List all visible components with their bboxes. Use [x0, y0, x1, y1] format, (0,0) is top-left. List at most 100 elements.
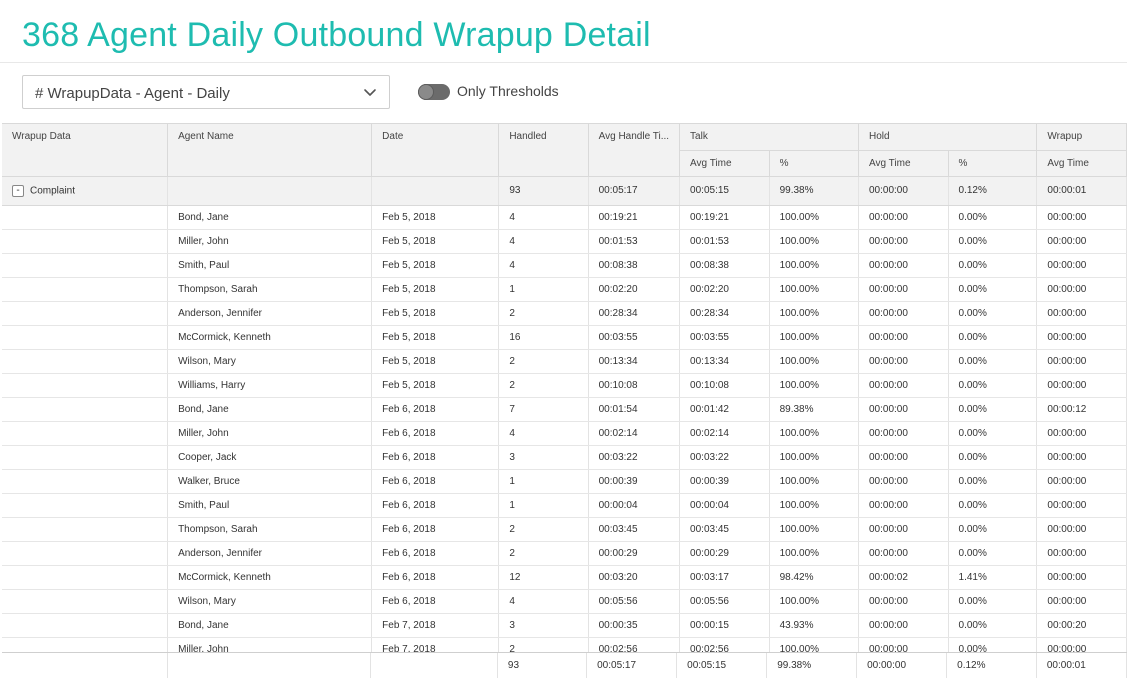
avg-handle-time-cell: 00:05:56	[588, 589, 681, 614]
agent-name-cell: Anderson, Jennifer	[167, 541, 373, 566]
table-row[interactable]: Bond, Jane Feb 5, 2018 4 00:19:21 00:19:21 10…	[2, 205, 1127, 230]
talk-pct-cell: 100.00%	[769, 469, 860, 494]
avg-handle-time-cell: 00:10:08	[588, 373, 681, 398]
column-header-hold-avg-time[interactable]: Avg Time	[858, 150, 949, 177]
table-row[interactable]: Bond, Jane Feb 6, 2018 7 00:01:54 00:01:42 89…	[2, 397, 1127, 422]
hold-pct-cell: 0.00%	[948, 469, 1038, 494]
column-header-hold-pct[interactable]: %	[948, 150, 1038, 177]
agent-name-cell: Wilson, Mary	[167, 349, 373, 374]
talk-pct-cell: 100.00%	[769, 541, 860, 566]
group-handled: 93	[498, 176, 589, 206]
hold-avg-time-cell: 00:00:00	[858, 397, 949, 422]
date-cell: Feb 6, 2018	[371, 421, 500, 446]
totals-avg-handle-time: 00:05:17	[586, 653, 678, 678]
column-header-wrapup-data[interactable]: Wrapup Data	[2, 124, 169, 177]
column-header-talk-avg-time[interactable]: Avg Time	[679, 150, 770, 177]
date-cell: Feb 6, 2018	[371, 565, 500, 590]
table-row[interactable]: Bond, Jane Feb 7, 2018 3 00:00:35 00:00:15 43…	[2, 613, 1127, 638]
date-cell: Feb 6, 2018	[371, 469, 500, 494]
table-row[interactable]: McCormick, Kenneth Feb 6, 2018 12 00:03:20 0…	[2, 565, 1127, 590]
table-row[interactable]: McCormick, Kenneth Feb 5, 2018 16 00:03:55 0…	[2, 325, 1127, 350]
agent-name-cell: Williams, Harry	[167, 373, 373, 398]
hold-pct-cell: 0.00%	[948, 277, 1038, 302]
wrapup-avg-time-cell: 00:00:00	[1036, 445, 1127, 470]
agent-name-cell: McCormick, Kenneth	[167, 325, 373, 350]
avg-handle-time-cell: 00:03:45	[588, 517, 681, 542]
column-header-handled[interactable]: Handled	[498, 124, 589, 177]
table-row[interactable]: Miller, John Feb 6, 2018 4 00:02:14 00:02:14…	[2, 421, 1127, 446]
table-row[interactable]: Cooper, Jack Feb 6, 2018 3 00:03:22 00:03:22…	[2, 445, 1127, 470]
page-title: 368 Agent Daily Outbound Wrapup Detail	[22, 16, 651, 54]
date-cell: Feb 5, 2018	[371, 253, 500, 278]
collapse-group-button[interactable]: -	[12, 184, 24, 197]
talk-pct-cell: 98.42%	[769, 565, 860, 590]
totals-hold-pct: 0.12%	[946, 653, 1037, 678]
handled-cell: 4	[498, 421, 589, 446]
column-header-talk-pct[interactable]: %	[769, 150, 860, 177]
group-hold-pct: 0.12%	[948, 176, 1038, 206]
hold-avg-time-cell: 00:00:00	[858, 469, 949, 494]
avg-handle-time-cell: 00:28:34	[588, 301, 681, 326]
hold-avg-time-cell: 00:00:00	[858, 277, 949, 302]
table-row[interactable]: Miller, John Feb 5, 2018 4 00:01:53 00:01:53…	[2, 229, 1127, 254]
wrapup-avg-time-cell: 00:00:00	[1036, 541, 1127, 566]
column-header-agent-name[interactable]: Agent Name	[167, 124, 373, 177]
table-row[interactable]: Thompson, Sarah Feb 6, 2018 2 00:03:45 00:03…	[2, 517, 1127, 542]
talk-pct-cell: 100.00%	[769, 253, 860, 278]
talk-pct-cell: 100.00%	[769, 421, 860, 446]
avg-handle-time-cell: 00:08:38	[588, 253, 681, 278]
hold-pct-cell: 0.00%	[948, 541, 1038, 566]
avg-handle-time-cell: 00:00:04	[588, 493, 681, 518]
handled-cell: 2	[498, 541, 589, 566]
wrapup-avg-time-cell: 00:00:00	[1036, 589, 1127, 614]
date-cell: Feb 6, 2018	[371, 517, 500, 542]
totals-wrapup-avg: 00:00:01	[1036, 653, 1127, 678]
wrapup-data-cell	[2, 493, 169, 518]
column-header-date[interactable]: Date	[371, 124, 500, 177]
title-divider	[0, 62, 1127, 63]
only-thresholds-toggle[interactable]	[418, 84, 450, 100]
hold-pct-cell: 0.00%	[948, 349, 1038, 374]
date-cell: Feb 7, 2018	[371, 613, 500, 638]
talk-avg-time-cell: 00:03:55	[679, 325, 770, 350]
handled-cell: 3	[498, 445, 589, 470]
wrapup-avg-time-cell: 00:00:00	[1036, 469, 1127, 494]
handled-cell: 3	[498, 613, 589, 638]
agent-name-cell: Walker, Bruce	[167, 469, 373, 494]
avg-handle-time-cell: 00:03:55	[588, 325, 681, 350]
handled-cell: 2	[498, 349, 589, 374]
wrapup-avg-time-cell: 00:00:00	[1036, 301, 1127, 326]
handled-cell: 2	[498, 517, 589, 542]
table-row[interactable]: Wilson, Mary Feb 6, 2018 4 00:05:56 00:05:56…	[2, 589, 1127, 614]
wrapup-avg-time-cell: 00:00:00	[1036, 373, 1127, 398]
table-row[interactable]: Williams, Harry Feb 5, 2018 2 00:10:08 00:10…	[2, 373, 1127, 398]
report-grid[interactable]: Wrapup Data Agent Name Date Handled Avg …	[2, 123, 1127, 678]
talk-pct-cell: 100.00%	[769, 277, 860, 302]
talk-avg-time-cell: 00:00:04	[679, 493, 770, 518]
table-row[interactable]: Thompson, Sarah Feb 5, 2018 1 00:02:20 00:02…	[2, 277, 1127, 302]
group-talk-avg: 00:05:15	[679, 176, 770, 206]
column-header-avg-handle-time[interactable]: Avg Handle Ti...	[588, 124, 681, 177]
handled-cell: 12	[498, 565, 589, 590]
date-cell: Feb 6, 2018	[371, 445, 500, 470]
table-row[interactable]: Anderson, Jennifer Feb 6, 2018 2 00:00:29 00…	[2, 541, 1127, 566]
column-header-wrapup-avg-time[interactable]: Avg Time	[1036, 150, 1127, 177]
report-filter-dropdown[interactable]: # WrapupData - Agent - Daily	[22, 75, 390, 109]
group-avg-handle-time: 00:05:17	[588, 176, 681, 206]
wrapup-avg-time-cell: 00:00:00	[1036, 349, 1127, 374]
talk-avg-time-cell: 00:08:38	[679, 253, 770, 278]
table-row[interactable]: Smith, Paul Feb 6, 2018 1 00:00:04 00:00:04 1…	[2, 493, 1127, 518]
talk-pct-cell: 100.00%	[769, 517, 860, 542]
agent-name-cell: Bond, Jane	[167, 397, 373, 422]
table-row[interactable]: Walker, Bruce Feb 6, 2018 1 00:00:39 00:00:3…	[2, 469, 1127, 494]
table-row[interactable]: Anderson, Jennifer Feb 5, 2018 2 00:28:34 00…	[2, 301, 1127, 326]
handled-cell: 4	[498, 229, 589, 254]
hold-pct-cell: 0.00%	[948, 229, 1038, 254]
report-page: 368 Agent Daily Outbound Wrapup Detail #…	[0, 0, 1127, 678]
talk-pct-cell: 100.00%	[769, 205, 860, 230]
wrapup-avg-time-cell: 00:00:00	[1036, 493, 1127, 518]
wrapup-data-cell	[2, 325, 169, 350]
table-row[interactable]: Smith, Paul Feb 5, 2018 4 00:08:38 00:08:38 1…	[2, 253, 1127, 278]
table-row[interactable]: Wilson, Mary Feb 5, 2018 2 00:13:34 00:13:34…	[2, 349, 1127, 374]
date-cell: Feb 5, 2018	[371, 349, 500, 374]
